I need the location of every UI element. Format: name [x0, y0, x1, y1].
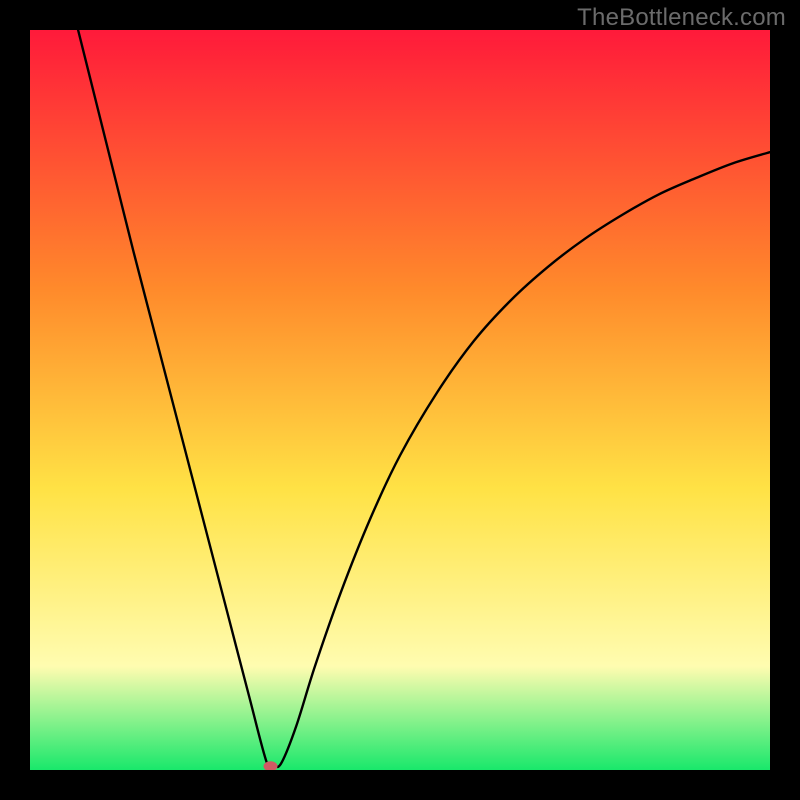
- watermark-text: TheBottleneck.com: [577, 4, 786, 32]
- gradient-background: [30, 30, 770, 770]
- chart-frame: TheBottleneck.com: [0, 0, 800, 800]
- plot-svg: [30, 30, 770, 770]
- plot-area: [30, 30, 770, 770]
